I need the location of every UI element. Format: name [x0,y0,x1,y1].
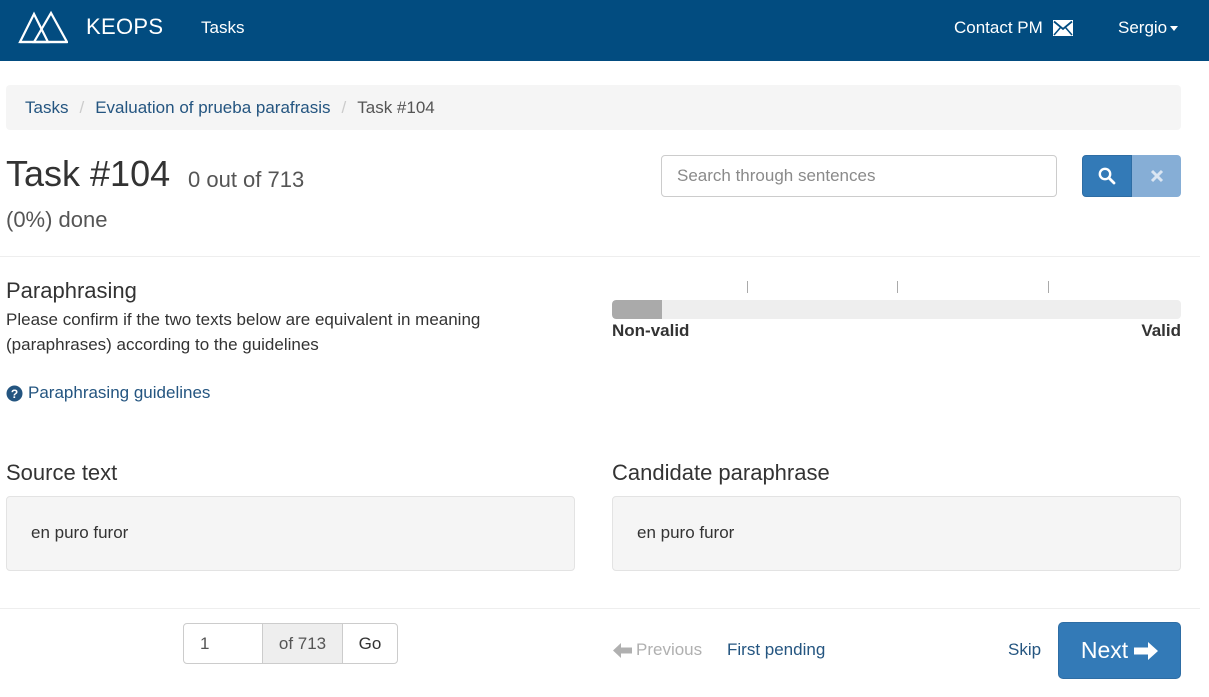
divider [0,256,1200,257]
svg-text:?: ? [11,387,18,401]
nav-tasks-link[interactable]: Tasks [201,18,244,38]
page-number-input[interactable] [183,623,263,664]
task-progress-percent: (0%) done [6,207,108,232]
next-button[interactable]: Next [1058,622,1181,679]
slider-fill [612,300,663,319]
slider-tick [897,281,898,293]
breadcrumb-current: Task #104 [357,97,435,117]
arrow-right-icon [1134,641,1159,660]
skip-link[interactable]: Skip [1008,640,1041,660]
divider [0,608,1200,609]
go-button[interactable]: Go [342,623,398,664]
validity-slider[interactable] [612,300,1181,319]
clear-search-button[interactable] [1132,155,1181,197]
previous-button[interactable]: Previous [613,640,702,660]
page-total: of 713 [262,623,343,664]
next-label: Next [1080,637,1129,663]
contact-pm-link[interactable]: Contact PM [954,18,1073,38]
contact-pm-label: Contact PM [954,18,1043,37]
slider-tick [747,281,748,293]
top-navbar: KEOPS Tasks Contact PM Sergio [0,0,1209,61]
user-name: Sergio [1118,18,1168,37]
task-progress-count: 0 out of 713 [188,167,305,192]
candidate-paraphrase-box: en puro furor [612,496,1181,571]
candidate-paraphrase-heading: Candidate paraphrase [612,460,830,485]
caret-down-icon [1170,25,1179,31]
page-title: Task #104 [6,153,171,194]
section-description: Please confirm if the two texts below ar… [6,310,481,354]
user-menu-dropdown[interactable]: Sergio [1118,18,1179,38]
breadcrumb-separator: / [79,97,85,117]
source-text-heading: Source text [6,460,118,485]
source-text-box: en puro furor [6,496,575,571]
search-button[interactable] [1082,155,1132,197]
arrow-left-icon [613,642,632,658]
keops-logo-icon [18,10,68,44]
search-icon [1098,167,1116,185]
slider-min-label: Non-valid [612,321,690,340]
envelope-icon [1052,20,1073,36]
breadcrumb-tasks[interactable]: Tasks [25,98,68,118]
guidelines-link-label: Paraphrasing guidelines [28,383,211,402]
first-pending-link[interactable]: First pending [727,640,825,660]
slider-tick [1048,281,1049,293]
brand-link[interactable]: KEOPS [18,10,163,44]
section-title: Paraphrasing [6,278,137,303]
slider-max-label: Valid [1141,321,1181,340]
brand-name: KEOPS [86,14,164,39]
breadcrumb-project[interactable]: Evaluation of prueba parafrasis [95,98,330,118]
breadcrumb-separator: / [341,97,347,117]
question-circle-icon: ? [6,385,23,401]
breadcrumb: Tasks / Evaluation of prueba parafrasis … [6,85,1181,130]
previous-label: Previous [636,640,703,659]
close-icon [1150,169,1163,183]
search-input[interactable] [661,155,1057,197]
guidelines-link[interactable]: ? Paraphrasing guidelines [6,383,210,403]
